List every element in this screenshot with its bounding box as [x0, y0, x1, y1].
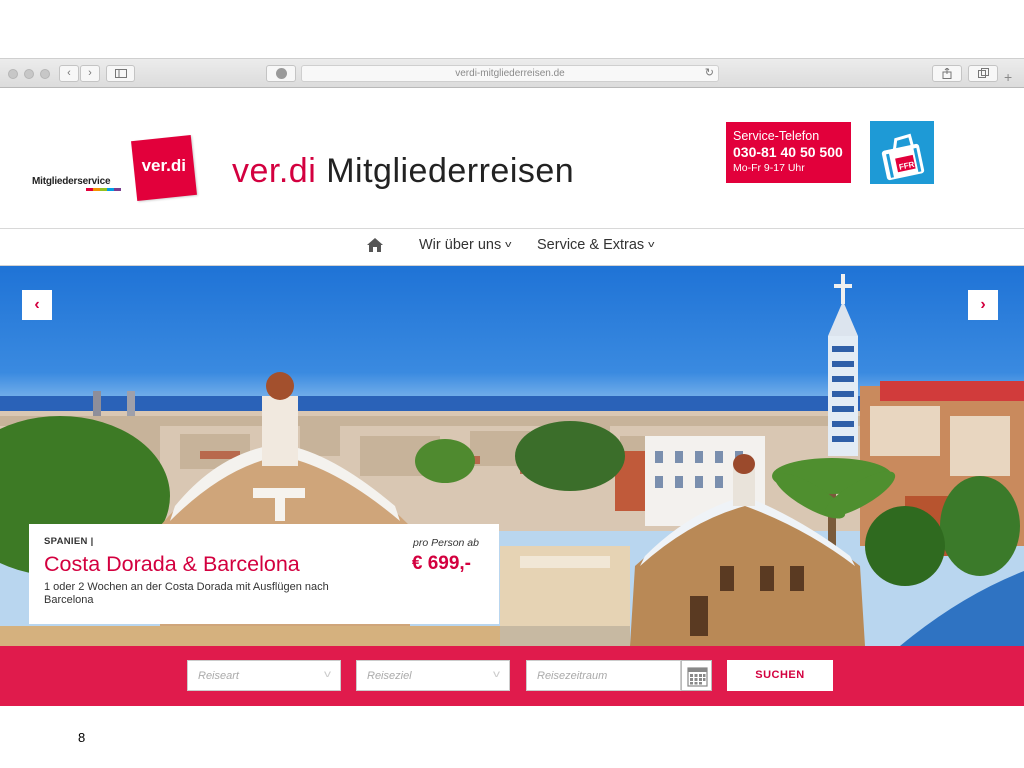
nav-item-service-extras[interactable]: Service & Extras v	[537, 237, 655, 253]
offer-price: € 699,-	[411, 553, 471, 574]
travel-type-select[interactable]: Reiseart v	[187, 660, 341, 691]
calendar-icon	[687, 667, 708, 687]
chevron-down-icon: v	[648, 239, 655, 249]
travel-type-placeholder: Reiseart	[198, 670, 239, 682]
service-phone-hours: Mo-Fr 9-17 Uhr	[733, 162, 805, 174]
nav-item-label: Wir über uns	[419, 237, 502, 253]
search-submit-button[interactable]: SUCHEN	[727, 660, 833, 691]
sidebar-toggle-button[interactable]	[106, 65, 135, 82]
travel-period-placeholder: Reisezeitraum	[537, 670, 608, 682]
verdi-logo-text: ver.di	[141, 156, 186, 176]
share-icon	[942, 67, 952, 79]
verdi-logo[interactable]: ver.di	[131, 135, 197, 201]
window-close-button[interactable]	[8, 69, 18, 79]
offer-card[interactable]: SPANIEN | Costa Dorada & Barcelona 1 ode…	[29, 524, 499, 624]
chevron-down-icon: v	[493, 669, 500, 680]
destination-placeholder: Reiseziel	[367, 670, 412, 682]
chevron-left-icon: ‹	[34, 296, 40, 313]
chevron-right-icon: ›	[980, 296, 986, 313]
address-url: verdi-mitgliederreisen.de	[455, 68, 565, 79]
reload-icon[interactable]: ↻	[705, 66, 714, 81]
offer-description: 1 oder 2 Wochen an der Costa Dorada mit …	[44, 581, 329, 606]
destination-select[interactable]: Reiseziel v	[356, 660, 510, 691]
chevron-down-icon: v	[324, 669, 331, 680]
site-title-suffix: Mitgliederreisen	[316, 152, 575, 190]
forward-button[interactable]: ›	[80, 65, 100, 82]
main-navigation: Wir über uns v Service & Extras v	[0, 229, 1024, 266]
window-zoom-button[interactable]	[40, 69, 50, 79]
browser-toolbar: ‹ › verdi-mitgliederreisen.de ↻ +	[0, 58, 1024, 88]
site-title-prefix: ver.di	[232, 152, 317, 190]
site-title[interactable]: ver.di Mitgliederreisen	[232, 152, 574, 191]
offer-price-prefix: pro Person ab	[413, 537, 479, 549]
mitgliederservice-label: Mitgliederservice	[32, 176, 111, 187]
window-minimize-button[interactable]	[24, 69, 34, 79]
suitcase-icon: FFR	[870, 121, 934, 184]
service-phone-label: Service-Telefon	[733, 129, 820, 143]
plus-icon: +	[1004, 69, 1013, 85]
tabs-overview-button[interactable]	[968, 65, 998, 82]
chevron-down-icon: v	[505, 239, 512, 249]
address-bar[interactable]: verdi-mitgliederreisen.de ↻	[301, 65, 719, 82]
chevron-left-icon: ‹	[67, 67, 71, 79]
service-phone-box[interactable]: Service-Telefon 030-81 40 50 500 Mo-Fr 9…	[726, 122, 851, 183]
share-button[interactable]	[932, 65, 962, 82]
site-header: Mitgliederservice ver.di ver.di Mitglied…	[0, 88, 1024, 229]
slider-prev-button[interactable]: ‹	[22, 290, 52, 320]
calendar-button[interactable]	[681, 660, 712, 691]
service-phone-number: 030-81 40 50 500	[733, 144, 843, 160]
tabs-icon	[977, 68, 989, 78]
slider-next-button[interactable]: ›	[968, 290, 998, 320]
nav-home-link[interactable]	[366, 237, 384, 255]
hero-slider: ‹ › SPANIEN | Costa Dorada & Barcelona 1…	[0, 266, 1024, 646]
new-tab-button[interactable]: +	[1004, 69, 1012, 85]
mitgliederservice-color-stripes	[86, 188, 121, 191]
slide-number: 8	[78, 730, 86, 745]
travel-period-input[interactable]: Reisezeitraum	[526, 660, 681, 691]
chevron-right-icon: ›	[88, 67, 92, 79]
ffr-logo[interactable]: FFR	[870, 121, 934, 184]
adblock-extension-button[interactable]	[266, 65, 296, 82]
back-button[interactable]: ‹	[59, 65, 79, 82]
sidebar-icon	[114, 69, 127, 78]
nav-item-wir-ueber-uns[interactable]: Wir über uns v	[419, 237, 512, 253]
nav-item-label: Service & Extras	[537, 237, 645, 253]
adblock-icon	[275, 68, 287, 79]
search-bar: Reiseart v Reiseziel v Reisezeitraum SUC…	[0, 646, 1024, 706]
home-icon	[367, 238, 383, 252]
